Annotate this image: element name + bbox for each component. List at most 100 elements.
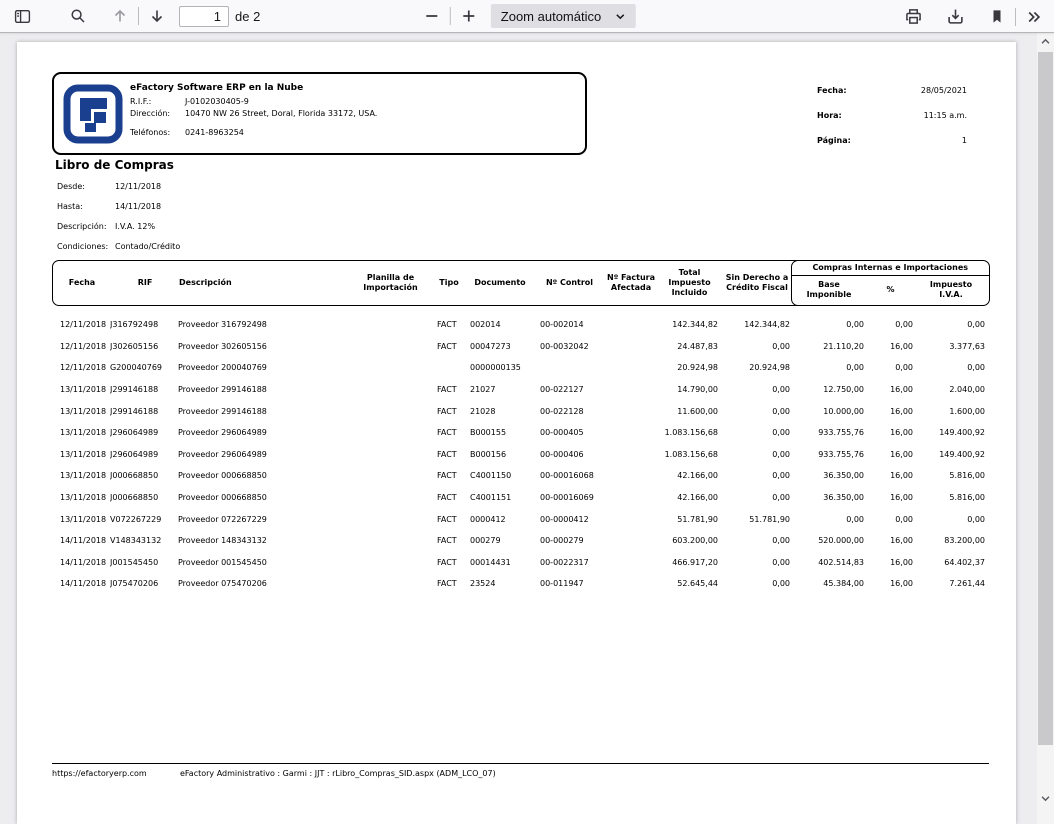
table-cell: 12/11/2018 <box>52 363 110 372</box>
table-cell: 13/11/2018 <box>52 450 110 459</box>
download-button[interactable] <box>941 4 969 30</box>
table-cell: 16,00 <box>866 558 915 567</box>
table-cell: 1.083.156,68 <box>657 450 720 459</box>
table-cell: 0,00 <box>792 320 866 329</box>
table-row: 12/11/2018G200040769Proveedor 2000407690… <box>52 357 989 379</box>
table-cell: J299146188 <box>110 385 178 394</box>
table-cell: 42.166,00 <box>657 493 720 502</box>
col-header-control: Nº Control <box>535 261 604 305</box>
table-cell: Proveedor 299146188 <box>178 407 347 416</box>
company-name: eFactory Software ERP en la Nube <box>130 83 570 93</box>
table-cell: 3.377,63 <box>915 342 987 351</box>
table-cell: 16,00 <box>866 385 915 394</box>
table-cell: 0,00 <box>866 320 915 329</box>
address-label: Dirección: <box>130 109 185 118</box>
chevron-down-icon <box>615 11 626 22</box>
chevron-down-icon <box>1040 793 1051 804</box>
table-cell: 00-002014 <box>534 320 603 329</box>
table-cell: J302605156 <box>110 342 178 351</box>
download-icon <box>947 8 964 25</box>
zoom-out-button[interactable] <box>418 3 446 29</box>
rif-label: R.I.F.: <box>130 97 185 106</box>
table-cell: 21027 <box>464 385 534 394</box>
table-cell: 1.600,00 <box>915 407 987 416</box>
table-cell: 402.514,83 <box>792 558 866 567</box>
table-cell: J296064989 <box>110 450 178 459</box>
table-cell: 83.200,00 <box>915 536 987 545</box>
filter-condiciones: Condiciones: Contado/Crédito <box>57 242 180 251</box>
meta-pagina: Página: 1 <box>817 136 967 145</box>
pdf-page-1: eFactory Software ERP en la Nube R.I.F.:… <box>17 42 1016 824</box>
more-tools-button[interactable] <box>1020 4 1048 30</box>
table-row: 13/11/2018J000668850Proveedor 000668850F… <box>52 487 989 509</box>
filter-descripcion: Descripción: I.V.A. 12% <box>57 222 155 231</box>
table-cell: 0,00 <box>720 493 792 502</box>
page-count-label: de 2 <box>235 9 260 24</box>
table-cell: 0000412 <box>464 515 534 524</box>
search-icon <box>70 8 86 24</box>
next-page-button[interactable] <box>143 3 171 29</box>
meta-fecha: Fecha: 28/05/2021 <box>817 86 967 95</box>
table-cell: 42.166,00 <box>657 471 720 480</box>
print-button[interactable] <box>899 4 927 30</box>
table-row: 14/11/2018J075470206Proveedor 075470206F… <box>52 573 989 595</box>
table-cell: 51.781,90 <box>720 515 792 524</box>
table-cell: 16,00 <box>866 493 915 502</box>
vertical-scrollbar[interactable] <box>1037 33 1054 824</box>
efactory-logo-icon <box>63 84 123 144</box>
table-cell: 14/11/2018 <box>52 536 110 545</box>
table-cell: 12.750,00 <box>792 385 866 394</box>
col-header-porcentaje: % <box>866 276 915 305</box>
table-row: 12/11/2018J302605156Proveedor 302605156F… <box>52 336 989 358</box>
pdf-viewer-area: eFactory Software ERP en la Nube R.I.F.:… <box>0 33 1037 824</box>
zoom-level-value: Zoom automático <box>501 9 601 24</box>
sidebar-toggle-button[interactable] <box>8 3 36 29</box>
table-cell: 00-00016069 <box>534 493 603 502</box>
table-cell: 36.350,00 <box>792 493 866 502</box>
zoom-level-select[interactable]: Zoom automático <box>491 4 636 28</box>
scrollbar-thumb[interactable] <box>1038 52 1053 745</box>
page-number-input[interactable] <box>179 6 229 27</box>
table-cell: Proveedor 200040769 <box>178 363 347 372</box>
table-cell: Proveedor 296064989 <box>178 428 347 437</box>
search-button[interactable] <box>64 3 92 29</box>
table-cell: 0,00 <box>866 515 915 524</box>
desde-value: 12/11/2018 <box>115 182 161 191</box>
table-cell: FACT <box>432 579 464 588</box>
table-cell: FACT <box>432 385 464 394</box>
descripcion-value: I.V.A. 12% <box>115 222 155 231</box>
table-cell: 142.344,82 <box>720 320 792 329</box>
scroll-down-button[interactable] <box>1037 790 1054 807</box>
hora-value: 11:15 a.m. <box>924 111 967 120</box>
table-cell: 14.790,00 <box>657 385 720 394</box>
table-cell: 5.816,00 <box>915 493 987 502</box>
scroll-up-button[interactable] <box>1037 33 1054 50</box>
table-cell: J000668850 <box>110 493 178 502</box>
table-cell: FACT <box>432 450 464 459</box>
table-cell: 0,00 <box>720 450 792 459</box>
table-cell: C4001151 <box>464 493 534 502</box>
table-cell: 002014 <box>464 320 534 329</box>
previous-page-button[interactable] <box>106 3 134 29</box>
table-body: 12/11/2018J316792498Proveedor 316792498F… <box>52 314 989 595</box>
table-cell: 0,00 <box>866 363 915 372</box>
zoom-in-button[interactable] <box>455 3 483 29</box>
table-cell: Proveedor 302605156 <box>178 342 347 351</box>
table-cell: Proveedor 316792498 <box>178 320 347 329</box>
table-cell: 12/11/2018 <box>52 342 110 351</box>
current-view-bookmark-button[interactable] <box>983 4 1011 30</box>
table-cell: FACT <box>432 558 464 567</box>
table-cell: J001545450 <box>110 558 178 567</box>
table-cell: 0,00 <box>720 428 792 437</box>
table-row: 14/11/2018J001545450Proveedor 001545450F… <box>52 552 989 574</box>
col-header-base-imponible: Base Imponible <box>792 276 866 305</box>
filter-desde: Desde: 12/11/2018 <box>57 182 161 191</box>
table-cell: 16,00 <box>866 428 915 437</box>
table-cell: 00-022128 <box>534 407 603 416</box>
table-cell: Proveedor 075470206 <box>178 579 347 588</box>
table-cell: 466.917,20 <box>657 558 720 567</box>
table-cell: FACT <box>432 428 464 437</box>
table-cell: 0,00 <box>720 385 792 394</box>
table-cell: 933.755,76 <box>792 450 866 459</box>
footer-url-link[interactable]: https://efactoryerp.com <box>52 769 180 778</box>
